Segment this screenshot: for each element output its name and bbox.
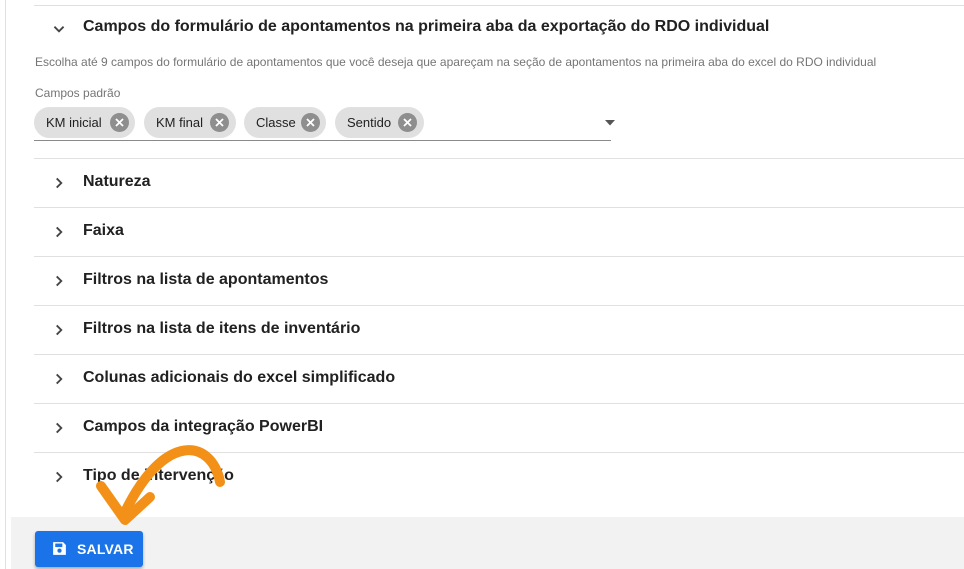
panel-powerbi[interactable]: Campos da integração PowerBI (34, 403, 964, 452)
panel-natureza[interactable]: Natureza (34, 158, 964, 207)
chip-label: Classe (256, 115, 296, 130)
chevron-down-icon (53, 26, 65, 33)
chip-sentido: Sentido (335, 107, 424, 138)
content-left-border (5, 0, 6, 569)
panel-title: Campos do formulário de apontamentos na … (83, 18, 770, 35)
chevron-right-icon (56, 226, 63, 238)
panel-title: Filtros na lista de itens de inventário (83, 320, 361, 337)
chip-label: KM final (156, 115, 203, 130)
panel-title: Filtros na lista de apontamentos (83, 271, 329, 288)
save-button-label: SALVAR (77, 541, 134, 557)
panel-title: Colunas adicionais do excel simplificado (83, 369, 396, 386)
chip-km-inicial: KM inicial (34, 107, 135, 138)
chevron-right-icon (56, 373, 63, 385)
chevron-right-icon (56, 422, 63, 434)
chevron-right-icon (56, 275, 63, 287)
floppy-disk-icon (53, 542, 66, 555)
default-fields-select[interactable]: KM inicial KM final Classe Sentido (34, 104, 615, 141)
panel-title: Campos da integração PowerBI (83, 418, 324, 435)
help-text: Escolha até 9 campos do formulário de ap… (35, 55, 877, 69)
panel-faixa[interactable]: Faixa (34, 207, 964, 256)
chip-label: KM inicial (46, 115, 102, 130)
close-circle-icon[interactable] (398, 113, 417, 132)
chevron-right-icon (56, 324, 63, 336)
chip-km-final: KM final (144, 107, 236, 138)
panel-filtros-inventario[interactable]: Filtros na lista de itens de inventário (34, 305, 964, 354)
chip-classe: Classe (244, 107, 326, 138)
panel-filtros-apontamentos[interactable]: Filtros na lista de apontamentos (34, 256, 964, 305)
panel-title: Faixa (83, 222, 124, 239)
top-divider (34, 5, 964, 6)
panel-colunas-excel[interactable]: Colunas adicionais do excel simplificado (34, 354, 964, 403)
close-circle-icon[interactable] (301, 113, 320, 132)
chip-label: Sentido (347, 115, 392, 130)
panel-title: Tipo de intervenção (83, 467, 234, 484)
footer-bar (11, 517, 964, 569)
chevron-right-icon (56, 471, 63, 483)
chevron-right-icon (56, 177, 63, 189)
panel-tipo-intervencao[interactable]: Tipo de intervenção (34, 452, 964, 501)
save-button[interactable]: SALVAR (35, 531, 143, 567)
field-label: Campos padrão (35, 86, 121, 100)
arrow-drop-down-icon[interactable] (604, 120, 616, 126)
panel-header-rdo-fields[interactable]: Campos do formulário de apontamentos na … (34, 8, 964, 48)
close-circle-icon[interactable] (210, 113, 229, 132)
panel-title: Natureza (83, 173, 151, 190)
close-circle-icon[interactable] (110, 113, 129, 132)
